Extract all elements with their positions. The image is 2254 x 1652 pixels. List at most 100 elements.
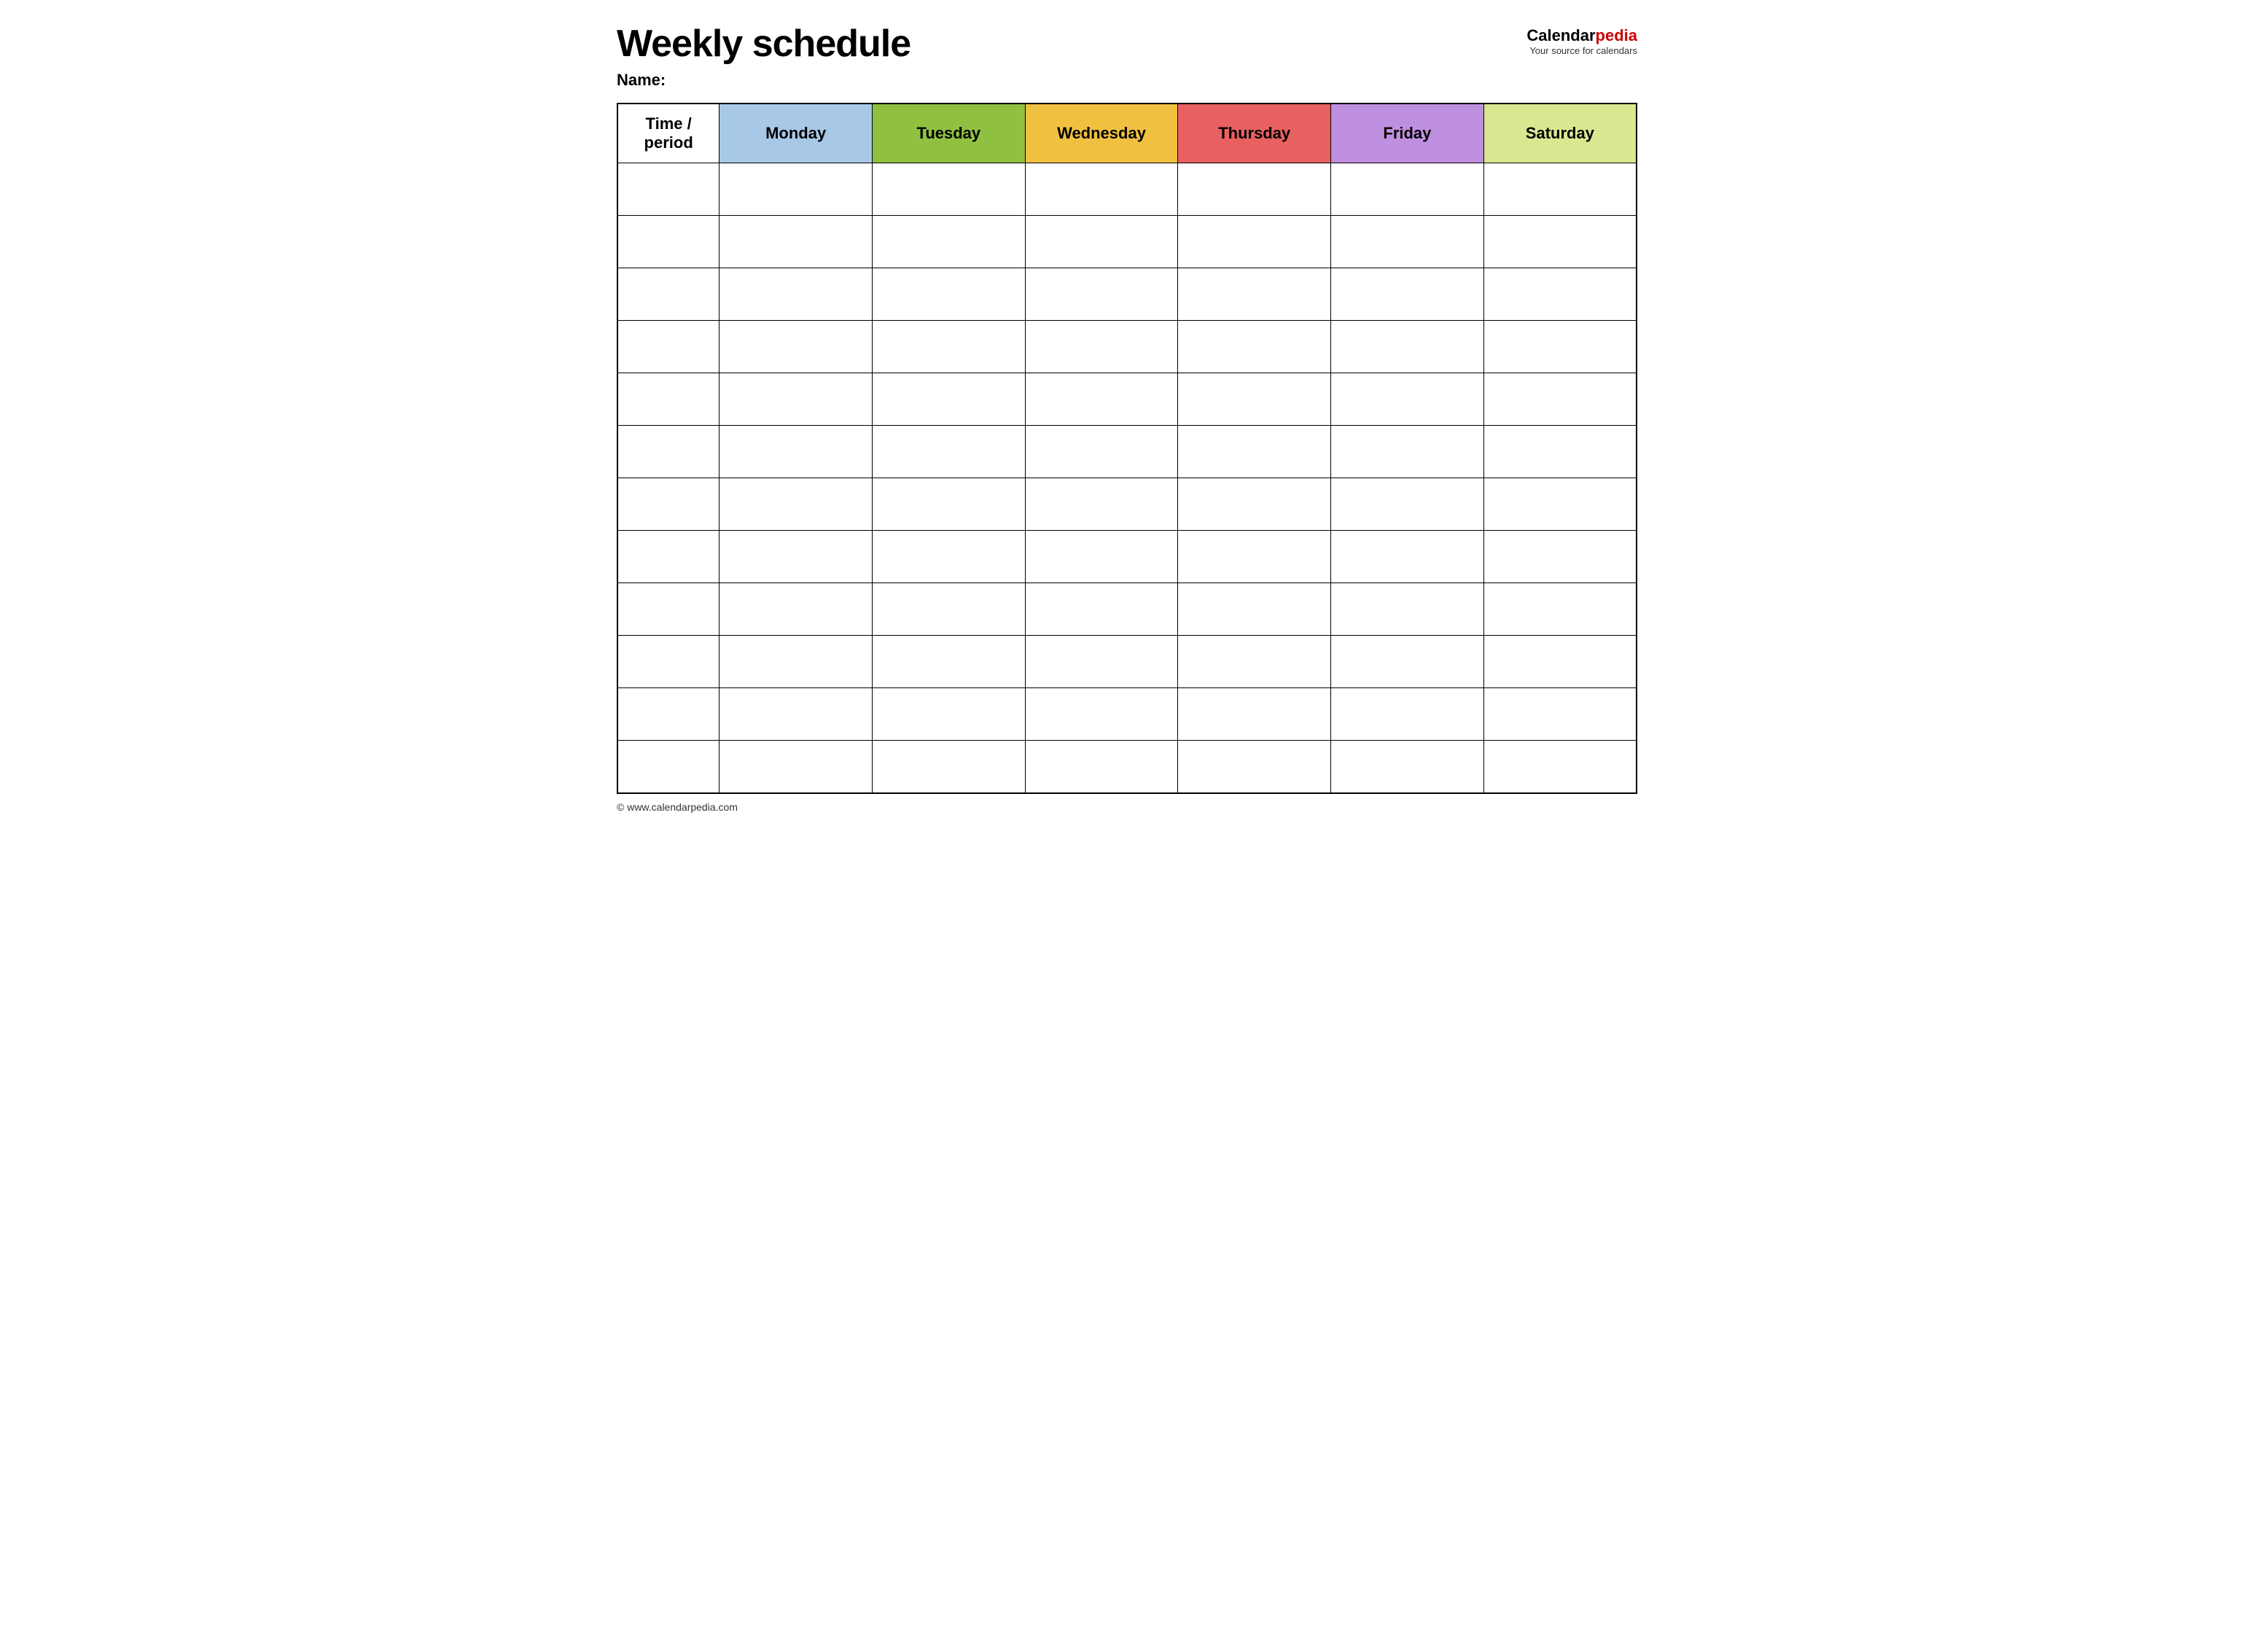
schedule-cell[interactable] [720,531,873,583]
schedule-cell[interactable] [1025,741,1178,793]
page-wrapper: Weekly schedule Calendarpedia Your sourc… [617,23,1637,813]
schedule-cell[interactable] [1178,531,1331,583]
schedule-table: Time / period Monday Tuesday Wednesday T… [617,103,1637,794]
schedule-cell[interactable] [1483,163,1637,216]
schedule-cell[interactable] [1331,268,1484,321]
schedule-cell[interactable] [1025,531,1178,583]
time-cell[interactable] [617,163,720,216]
time-cell[interactable] [617,741,720,793]
col-header-tuesday: Tuesday [872,104,1025,163]
table-row [617,531,1637,583]
schedule-cell[interactable] [872,268,1025,321]
logo-block: Calendarpedia Your source for calendars [1526,23,1637,56]
schedule-cell[interactable] [1331,531,1484,583]
header-row-tr: Time / period Monday Tuesday Wednesday T… [617,104,1637,163]
schedule-cell[interactable] [1025,583,1178,636]
schedule-cell[interactable] [720,426,873,478]
time-cell[interactable] [617,636,720,688]
schedule-cell[interactable] [1483,688,1637,741]
col-header-saturday: Saturday [1483,104,1637,163]
schedule-cell[interactable] [720,268,873,321]
schedule-cell[interactable] [1483,321,1637,373]
schedule-cell[interactable] [1178,583,1331,636]
schedule-cell[interactable] [1178,216,1331,268]
schedule-cell[interactable] [1331,636,1484,688]
time-cell[interactable] [617,216,720,268]
schedule-cell[interactable] [1178,636,1331,688]
time-cell[interactable] [617,268,720,321]
schedule-cell[interactable] [720,583,873,636]
time-cell[interactable] [617,688,720,741]
schedule-cell[interactable] [720,688,873,741]
schedule-cell[interactable] [1178,268,1331,321]
schedule-cell[interactable] [1178,478,1331,531]
schedule-cell[interactable] [1483,636,1637,688]
name-row: Name: [617,71,1637,90]
schedule-cell[interactable] [1483,741,1637,793]
schedule-cell[interactable] [1025,426,1178,478]
schedule-cell[interactable] [1483,583,1637,636]
schedule-cell[interactable] [1178,373,1331,426]
schedule-cell[interactable] [1025,478,1178,531]
col-header-friday: Friday [1331,104,1484,163]
schedule-cell[interactable] [1483,426,1637,478]
schedule-cell[interactable] [1178,741,1331,793]
schedule-cell[interactable] [1331,163,1484,216]
schedule-cell[interactable] [1483,216,1637,268]
time-cell[interactable] [617,531,720,583]
schedule-cell[interactable] [1483,531,1637,583]
schedule-cell[interactable] [872,163,1025,216]
schedule-cell[interactable] [872,741,1025,793]
schedule-cell[interactable] [872,531,1025,583]
schedule-cell[interactable] [872,426,1025,478]
col-header-time: Time / period [617,104,720,163]
schedule-cell[interactable] [1331,741,1484,793]
header-row: Weekly schedule Calendarpedia Your sourc… [617,23,1637,65]
schedule-cell[interactable] [1331,583,1484,636]
schedule-cell[interactable] [1178,321,1331,373]
footer-url: © www.calendarpedia.com [617,801,738,813]
time-cell[interactable] [617,478,720,531]
schedule-cell[interactable] [872,636,1025,688]
schedule-cell[interactable] [720,321,873,373]
schedule-cell[interactable] [1331,688,1484,741]
schedule-cell[interactable] [720,478,873,531]
schedule-cell[interactable] [720,216,873,268]
schedule-cell[interactable] [872,373,1025,426]
schedule-cell[interactable] [1331,216,1484,268]
logo-part1: Calendar [1526,26,1595,44]
schedule-cell[interactable] [720,636,873,688]
schedule-cell[interactable] [872,688,1025,741]
schedule-cell[interactable] [1483,268,1637,321]
schedule-cell[interactable] [1483,373,1637,426]
time-cell[interactable] [617,321,720,373]
time-cell[interactable] [617,426,720,478]
schedule-cell[interactable] [1331,426,1484,478]
time-cell[interactable] [617,373,720,426]
schedule-cell[interactable] [1025,321,1178,373]
schedule-cell[interactable] [1025,688,1178,741]
schedule-cell[interactable] [872,321,1025,373]
table-row [617,636,1637,688]
schedule-cell[interactable] [720,741,873,793]
page-title: Weekly schedule [617,23,910,65]
time-cell[interactable] [617,583,720,636]
schedule-cell[interactable] [872,216,1025,268]
schedule-cell[interactable] [1025,373,1178,426]
schedule-cell[interactable] [872,478,1025,531]
schedule-cell[interactable] [1178,688,1331,741]
schedule-cell[interactable] [1178,426,1331,478]
schedule-cell[interactable] [1178,163,1331,216]
schedule-cell[interactable] [1331,478,1484,531]
schedule-cell[interactable] [720,163,873,216]
schedule-cell[interactable] [1331,373,1484,426]
schedule-cell[interactable] [872,583,1025,636]
schedule-cell[interactable] [1025,636,1178,688]
schedule-cell[interactable] [720,373,873,426]
schedule-cell[interactable] [1331,321,1484,373]
schedule-cell[interactable] [1025,216,1178,268]
schedule-cell[interactable] [1025,163,1178,216]
title-block: Weekly schedule [617,23,910,65]
schedule-cell[interactable] [1483,478,1637,531]
schedule-cell[interactable] [1025,268,1178,321]
